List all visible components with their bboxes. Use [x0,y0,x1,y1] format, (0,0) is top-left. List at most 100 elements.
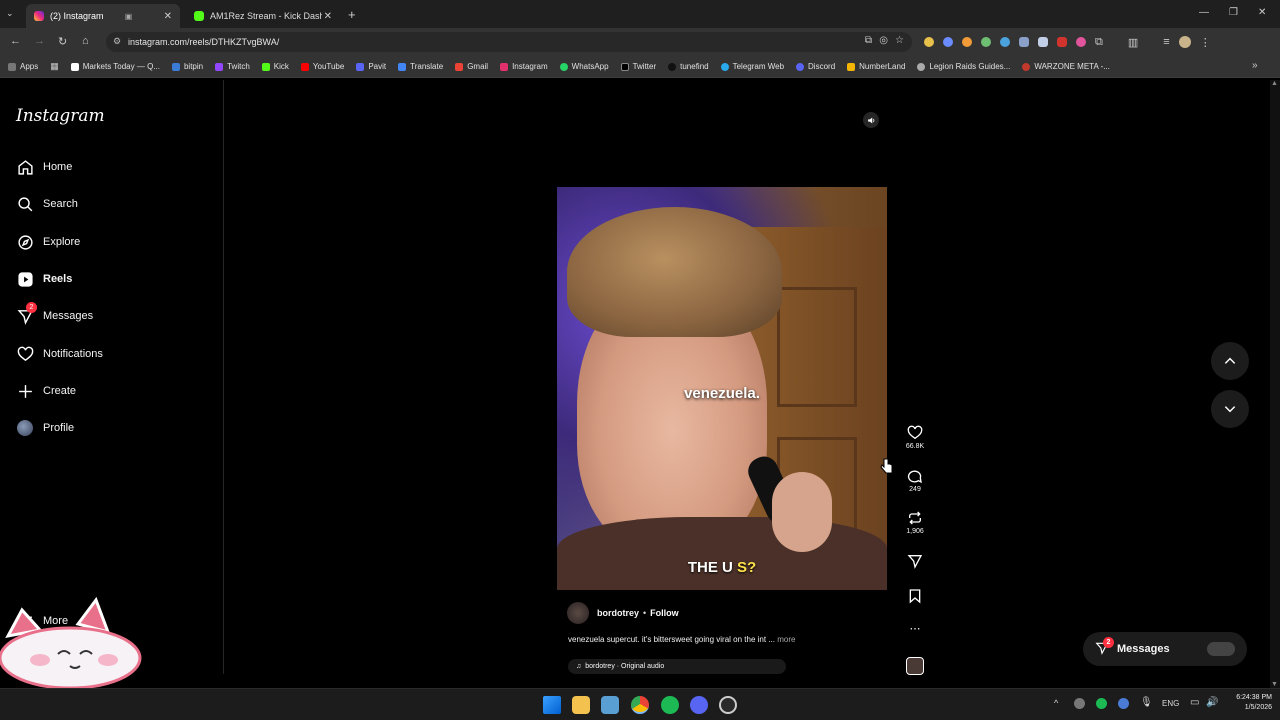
tray-app-icon[interactable] [1074,698,1085,709]
tab-groups-icon[interactable]: ▦ [50,61,59,72]
nav-home[interactable]: Home [16,158,72,176]
bookmark-item[interactable]: Discord [796,62,835,71]
side-panel-icon[interactable]: ▥ [1128,36,1138,49]
bookmark-item[interactable]: WARZONE META -... [1022,62,1110,71]
reel-player[interactable]: venezuela. THE U S? bordotrey • Follow v… [557,102,887,674]
bookmarks-overflow-icon[interactable]: » [1252,60,1258,71]
audio-thumbnail[interactable] [906,657,924,675]
extension-icon[interactable] [962,37,972,47]
bookmark-item[interactable]: Telegram Web [720,62,784,71]
avatar[interactable] [567,602,589,624]
close-window-icon[interactable]: ✕ [1258,7,1266,18]
save-button[interactable] [900,588,930,606]
home-icon[interactable]: ⌂ [82,35,89,47]
bookmark-item[interactable]: Legion Raids Guides... [917,62,1010,71]
language-indicator[interactable]: ENG [1162,699,1179,708]
reel-video[interactable]: venezuela. THE U S? [557,187,887,590]
bookmark-item[interactable]: NumberLand [847,62,905,71]
bookmark-item[interactable]: Twitter [620,62,656,71]
bookmark-item[interactable]: Twitch [215,62,250,71]
nav-explore[interactable]: Explore [16,233,80,251]
tray-spotify-icon[interactable] [1096,698,1107,709]
bookmark-apps[interactable]: Apps [8,62,38,71]
windows-start-icon[interactable] [543,696,561,714]
system-clock[interactable]: 6:24:38 PM 1/5/2026 [1222,693,1272,713]
bookmark-item[interactable]: tunefind [668,62,709,71]
chrome-icon[interactable] [631,696,649,714]
nav-reels[interactable]: Reels [16,270,72,288]
bookmark-item[interactable]: Pavit [356,62,386,71]
address-bar[interactable]: ⚙ instagram.com/reels/DTHKZTvgBWA/ ⧉ ◎ ☆ [106,32,912,52]
bookmark-item[interactable]: Kick [261,62,289,71]
previous-reel-button[interactable] [1211,342,1249,380]
file-explorer-icon[interactable] [572,696,590,714]
reload-icon[interactable]: ↻ [58,35,67,48]
bookmark-item[interactable]: Gmail [455,62,488,71]
more-options-button[interactable]: ⋯ [900,622,930,635]
nav-profile[interactable]: Profile [16,419,74,437]
steam-icon[interactable] [719,696,737,714]
share-button[interactable] [900,553,930,571]
bookmark-item[interactable]: bitpin [171,62,203,71]
extension-icon[interactable] [1076,37,1086,47]
like-button[interactable]: 66.8K [900,425,930,450]
extension-icon[interactable] [1038,37,1048,47]
bookmark-star-icon[interactable]: ☆ [895,35,904,46]
tray-overflow-icon[interactable]: ^ [1054,698,1058,708]
discord-icon[interactable] [690,696,708,714]
hide-icon[interactable]: ◎ [879,35,888,46]
extension-icon[interactable] [981,37,991,47]
site-info-icon[interactable]: ⚙ [113,36,121,47]
control-panel-icon[interactable] [601,696,619,714]
minimize-icon[interactable]: — [1199,7,1209,18]
follow-button[interactable]: Follow [650,608,679,618]
extension-icon[interactable] [924,37,934,47]
spotify-icon[interactable] [661,696,679,714]
network-icon[interactable]: ▭ [1190,697,1199,708]
scroll-down-icon[interactable]: ▼ [1271,681,1278,688]
tab-list-chevron-icon[interactable]: ⌄ [6,8,14,19]
close-icon[interactable]: ✕ [324,11,332,22]
extension-icon[interactable] [1019,37,1029,47]
extensions-puzzle-icon[interactable]: ⧉ [1095,36,1103,49]
instagram-logo[interactable]: Instagram [16,106,105,126]
bookmark-item[interactable]: WhatsApp [559,62,609,71]
bookmark-item[interactable]: Translate [398,62,443,71]
nav-create[interactable]: Create [16,382,76,400]
audio-chip[interactable]: ♫ bordotrey · Original audio [568,659,786,674]
extension-icon[interactable] [1057,37,1067,47]
maximize-icon[interactable]: ❐ [1229,7,1238,18]
back-icon[interactable]: ← [10,35,21,47]
close-icon[interactable]: ✕ [164,11,172,22]
microphone-icon[interactable]: 🎙 [1140,697,1153,708]
cat-sticker-overlay [0,596,142,688]
next-reel-button[interactable] [1211,390,1249,428]
repost-button[interactable]: 1,906 [900,510,930,535]
tray-sync-icon[interactable] [1118,698,1129,709]
bookmark-item[interactable]: Markets Today — Q... [70,62,160,71]
bookmark-item[interactable]: Instagram [500,62,548,71]
nav-search[interactable]: Search [16,195,78,213]
volume-icon[interactable]: 🔊 [1206,697,1218,708]
nav-messages[interactable]: 2 Messages [16,302,93,325]
tab-search-icon[interactable]: ≡ [1163,36,1169,48]
page-scrollbar[interactable]: ▲ ▼ [1270,80,1280,688]
comment-button[interactable]: 249 [900,468,930,493]
tab-kick[interactable]: AM1Rez Stream - Kick Dashboo ✕ [186,4,340,28]
extension-icon[interactable] [1000,37,1010,47]
new-tab-plus-icon[interactable]: + [348,7,356,22]
messages-pill[interactable]: 2 Messages [1083,632,1247,666]
forward-icon[interactable]: → [34,35,45,47]
kebab-menu-icon[interactable]: ⋮ [1200,36,1211,49]
sound-toggle-icon[interactable] [863,112,879,128]
scroll-up-icon[interactable]: ▲ [1271,80,1278,87]
nav-notifications[interactable]: Notifications [16,345,103,363]
extension-icon[interactable] [943,37,953,47]
username[interactable]: bordotrey [597,608,639,618]
more-link[interactable]: more [777,635,795,644]
profile-avatar-icon[interactable] [1178,36,1191,48]
twitch-icon [215,62,224,71]
tab-instagram[interactable]: (2) Instagram ▣ ✕ [26,4,180,28]
install-app-icon[interactable]: ⧉ [865,35,872,46]
bookmark-item[interactable]: YouTube [300,62,344,71]
